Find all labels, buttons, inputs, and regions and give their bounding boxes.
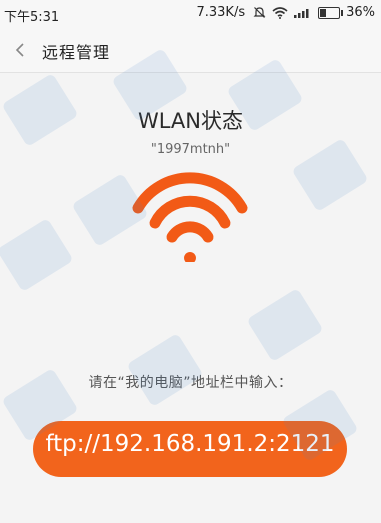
battery-icon: [318, 6, 344, 19]
page-title: 远程管理: [42, 43, 111, 62]
status-right: 7.33K/s 36%: [196, 5, 375, 20]
title-bar: 远程管理: [0, 28, 381, 73]
back-button[interactable]: [10, 38, 32, 62]
signal-icon: [294, 9, 309, 18]
chevron-left-icon: [15, 43, 24, 57]
instruction-text: 请在“我的电脑”地址栏中输入：: [88, 375, 293, 391]
wifi-icon: [132, 172, 248, 262]
net-speed: 7.33K/s: [196, 5, 246, 20]
status-bar: 下午5:31 7.33K/s 36%: [0, 0, 381, 28]
status-time: 下午5:31: [4, 10, 60, 25]
battery-level: 36%: [346, 5, 375, 20]
wifi-icon: [272, 6, 288, 19]
ftp-address-button[interactable]: ftp://192.168.191.2:2121: [33, 421, 347, 477]
muted-icon: [253, 7, 266, 18]
wlan-status-title: WLAN状态: [137, 109, 244, 133]
wifi-ssid: "1997mtnh": [150, 142, 231, 157]
